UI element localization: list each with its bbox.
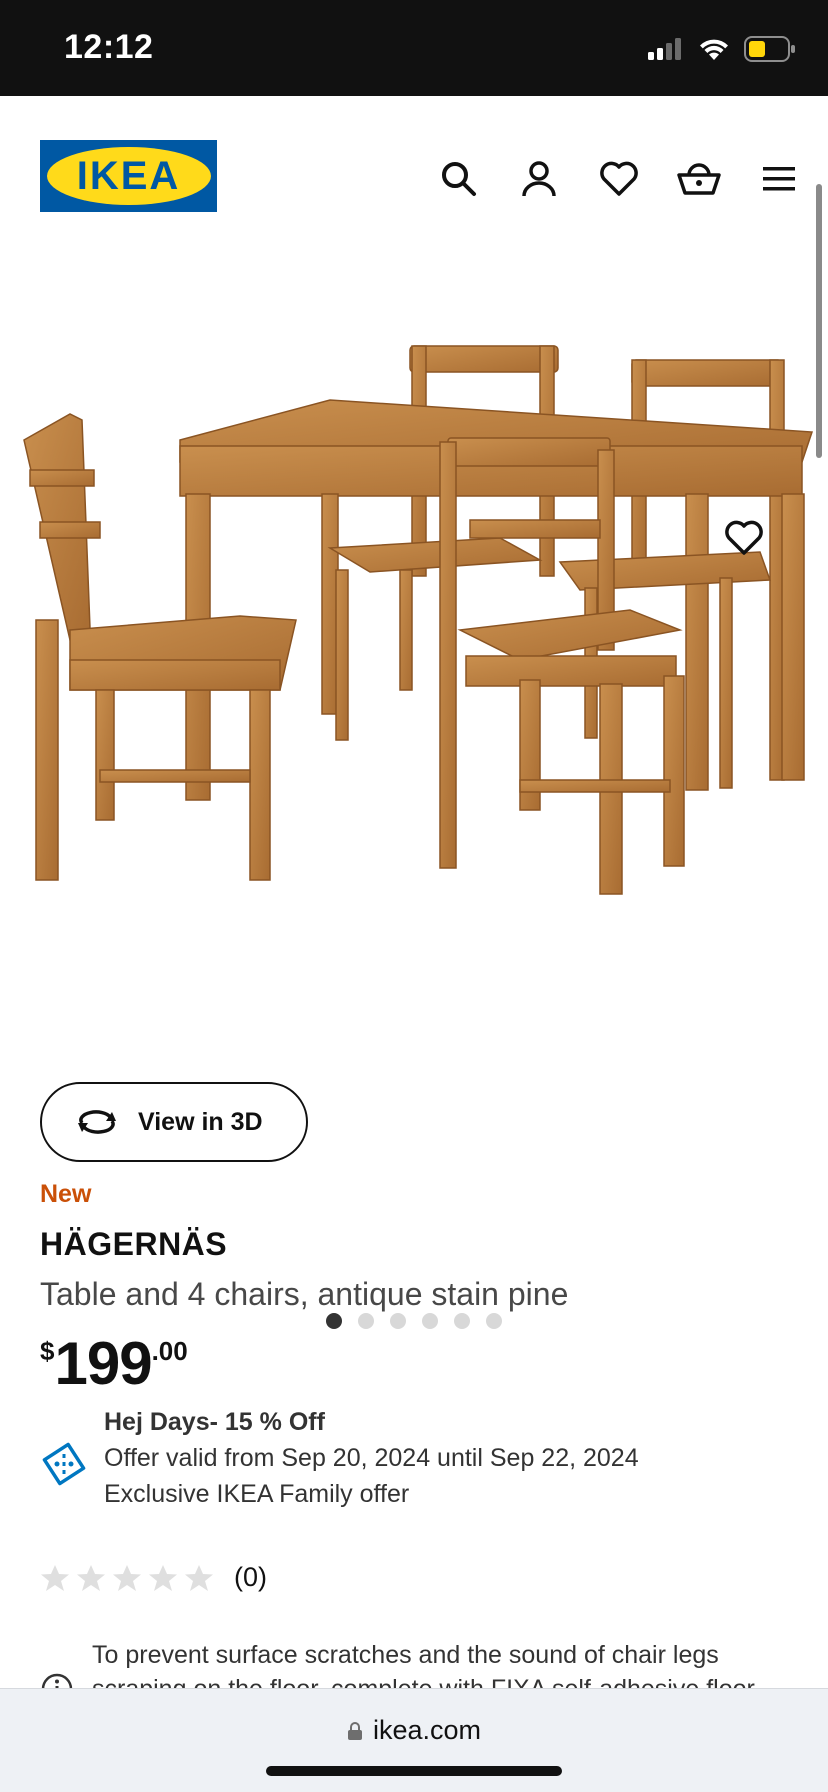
- url-text: ikea.com: [372, 1715, 482, 1745]
- rotate-3d-icon: [78, 1110, 116, 1134]
- home-indicator[interactable]: [266, 1766, 562, 1776]
- star-icon: [77, 1564, 105, 1591]
- menu-icon[interactable]: [754, 154, 804, 204]
- site-header: IKEA: [0, 96, 828, 256]
- price-currency: $: [40, 1336, 55, 1366]
- save-to-list-heart-icon[interactable]: [724, 520, 774, 564]
- status-bar: 12:12: [0, 0, 828, 96]
- account-icon[interactable]: [514, 154, 564, 204]
- status-icons: [648, 34, 796, 64]
- browser-address-bar[interactable]: ikea.com: [0, 1688, 828, 1792]
- battery-icon: [744, 36, 795, 62]
- price-integer: 199: [54, 1330, 152, 1397]
- cellular-signal-icon: [648, 38, 681, 60]
- product-price: $ 199 .00: [40, 1326, 188, 1394]
- star-icon: [41, 1564, 69, 1591]
- review-count: (0): [234, 1562, 267, 1592]
- product-image: [23, 345, 814, 895]
- star-icon: [149, 1564, 177, 1591]
- carousel-dots: [326, 1313, 502, 1329]
- price-decimal: .00: [151, 1336, 188, 1366]
- offer-validity: Offer valid from Sep 20, 2024 until Sep …: [104, 1444, 639, 1472]
- product-rating[interactable]: (0): [40, 1562, 267, 1593]
- carousel-dot-4[interactable]: [422, 1313, 438, 1329]
- product-page: 12:12 IKEA View in 3D New HÄGERNÄS Table…: [0, 0, 828, 1792]
- wifi-icon: [700, 39, 728, 60]
- carousel-dot-3[interactable]: [390, 1313, 406, 1329]
- carousel-dot-6[interactable]: [486, 1313, 502, 1329]
- view-in-3d-button[interactable]: View in 3D: [40, 1082, 308, 1162]
- offer-tag-icon: [42, 1442, 86, 1486]
- view-in-3d-label: View in 3D: [138, 1107, 263, 1136]
- ikea-logo[interactable]: IKEA: [40, 140, 217, 212]
- carousel-dot-2[interactable]: [358, 1313, 374, 1329]
- status-time: 12:12: [64, 28, 154, 66]
- product-image-carousel[interactable]: View in 3D: [0, 256, 828, 1329]
- offer-note: Exclusive IKEA Family offer: [104, 1480, 410, 1508]
- new-badge: New: [40, 1180, 92, 1208]
- shopping-basket-icon[interactable]: [674, 154, 724, 204]
- search-icon[interactable]: [434, 154, 484, 204]
- star-icon: [113, 1564, 141, 1591]
- product-name: HÄGERNÄS: [40, 1226, 228, 1262]
- header-icons: [434, 154, 804, 204]
- logo-text: IKEA: [76, 153, 181, 198]
- lock-icon: [347, 1721, 362, 1740]
- info-line-1: To prevent surface scratches and the sou…: [92, 1641, 719, 1669]
- offer-title: Hej Days- 15 % Off: [104, 1408, 325, 1436]
- logo-oval: IKEA: [46, 147, 211, 205]
- product-description: Table and 4 chairs, antique stain pine: [40, 1276, 569, 1312]
- favourites-heart-icon[interactable]: [594, 154, 644, 204]
- star-icon: [185, 1564, 213, 1591]
- url-display[interactable]: ikea.com: [0, 1715, 828, 1746]
- carousel-dot-1[interactable]: [326, 1313, 342, 1329]
- carousel-dot-5[interactable]: [454, 1313, 470, 1329]
